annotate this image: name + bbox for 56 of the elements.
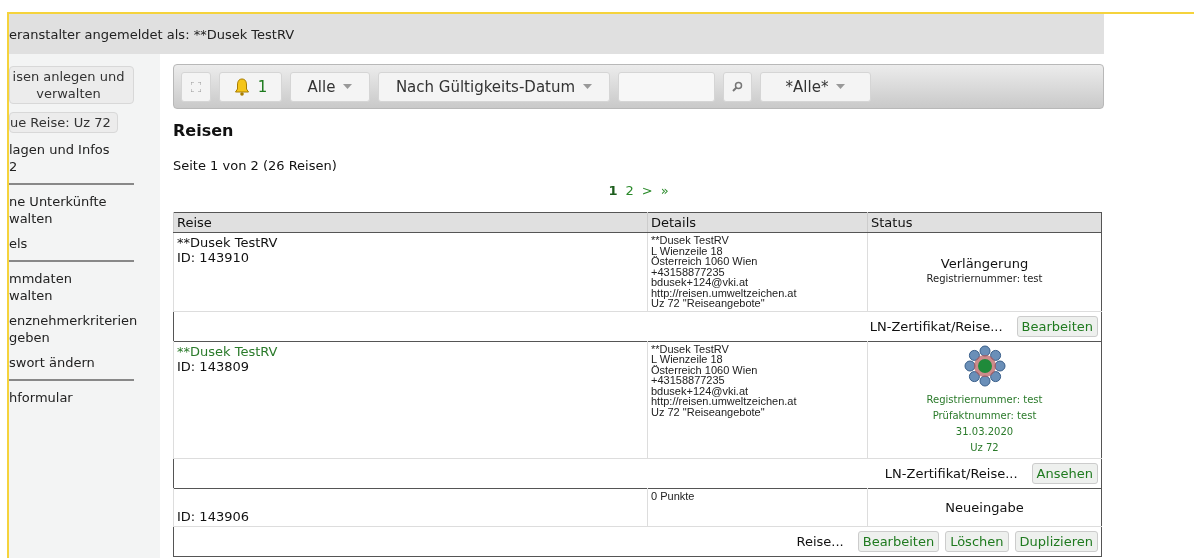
action-button[interactable]: Bearbeiten	[1016, 315, 1098, 337]
page-link[interactable]: 1	[608, 183, 618, 198]
trip-name: **Dusek TestRV	[177, 235, 279, 250]
page-info: Seite 1 von 2 (26 Reisen)	[173, 158, 338, 173]
trip-name: **Dusek TestRV	[177, 343, 279, 359]
sidebar-link[interactable]: hformular	[9, 389, 160, 406]
status-title: Neueingabe	[944, 499, 1025, 515]
column-header: Reise	[173, 212, 648, 233]
sidebar-button[interactable]: isen anlegen und verwalten	[9, 66, 134, 104]
search-icon	[732, 81, 743, 92]
action-label: Reise...	[796, 533, 844, 549]
search-button[interactable]	[723, 71, 752, 102]
expand-icon	[191, 81, 201, 92]
column-header: Status	[867, 212, 1102, 233]
caret-icon	[583, 84, 593, 89]
action-button[interactable]: Ansehen	[1031, 462, 1098, 484]
action-button[interactable]: Bearbeiten	[857, 530, 940, 552]
bell-icon	[233, 77, 250, 96]
notifications-button[interactable]: 1	[219, 71, 282, 102]
details-text: 0 Punkte	[651, 490, 696, 501]
sidebar-link[interactable]: lagen und Infos 2	[9, 141, 160, 175]
trip-id: ID: 143910	[177, 250, 250, 265]
login-status: eranstalter angemeldet als: **Dusek TestRV	[9, 26, 295, 42]
action-label: LN-Zertifikat/Reise...	[869, 318, 1003, 334]
status-line: Uz 72	[969, 440, 1000, 455]
status-line: Registriernummer: test	[925, 272, 1044, 287]
page-title: Reisen	[173, 121, 235, 140]
column-header: Details	[647, 212, 868, 233]
status-line: Prüfaktnummer: test	[931, 408, 1038, 423]
status-line: 31.03.2020	[954, 424, 1015, 439]
sidebar-link[interactable]: enznehmerkriterien geben	[9, 312, 160, 346]
category-dropdown[interactable]: *Alle*	[760, 71, 871, 102]
details-text: **Dusek TestRV L Wienzeile 18 Österreich 1060 Wien +43158877235 bdusek+124@vki.at http://reisen.umweltzeichen.at Uz 72 "Reiseangebote"	[651, 343, 798, 417]
action-button[interactable]: Löschen	[945, 530, 1009, 552]
caret-icon	[836, 84, 846, 89]
sidebar-link[interactable]: mmdaten walten	[9, 270, 160, 304]
trip-id: ID: 143906	[177, 508, 250, 524]
page-link[interactable]: »	[660, 183, 669, 198]
search-field[interactable]	[618, 71, 715, 102]
status-title: Verlängerung	[939, 256, 1030, 272]
sidebar-button[interactable]: ue Reise: Uz 72	[9, 112, 118, 133]
trip-id: ID: 143809	[177, 358, 250, 374]
action-button[interactable]: Duplizieren	[1014, 530, 1098, 552]
caret-icon	[343, 84, 353, 89]
sidebar-link[interactable]: swort ändern	[9, 354, 160, 371]
sort-dropdown[interactable]: Nach Gültigkeits-Datum	[378, 71, 610, 102]
sidebar-link[interactable]: ne Unterkünfte walten	[9, 193, 160, 227]
action-label: LN-Zertifikat/Reise...	[884, 465, 1018, 481]
sidebar-link[interactable]: els	[9, 235, 160, 252]
emblem-icon	[962, 343, 1007, 388]
details-text: **Dusek TestRV L Wienzeile 18 Österreich 1060 Wien +43158877235 bdusek+124@vki.at http://reisen.umweltzeichen.at Uz 72 "Reiseangebote"	[651, 235, 798, 309]
page-link[interactable]: 2	[625, 183, 634, 198]
page-link[interactable]: >	[641, 183, 653, 198]
fullscreen-button[interactable]	[181, 71, 211, 102]
status-line: Registriernummer: test	[925, 392, 1044, 407]
filter-dropdown[interactable]: Alle	[290, 71, 370, 102]
